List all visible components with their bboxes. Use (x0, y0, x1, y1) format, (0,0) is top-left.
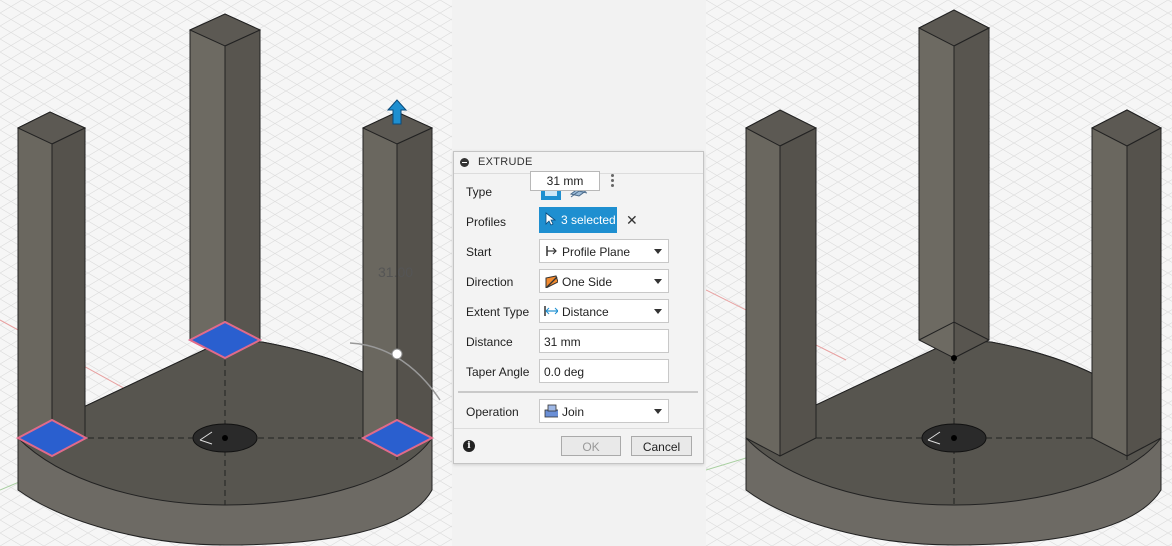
distance-value: 31 mm (544, 335, 581, 349)
start-label: Start (466, 245, 492, 259)
ok-button[interactable]: OK (561, 436, 621, 456)
clear-selection-icon[interactable]: ✕ (626, 212, 638, 229)
distance-input[interactable]: 31 mm (539, 329, 669, 353)
cursor-icon (545, 212, 557, 226)
start-value: Profile Plane (562, 245, 631, 259)
extent-type-dropdown[interactable]: Distance (539, 299, 669, 323)
profile-plane-icon (546, 246, 557, 256)
profiles-value: 3 selected (561, 213, 616, 227)
chevron-down-icon (654, 309, 662, 314)
extrude-dialog: EXTRUDE Type Profiles 3 selected ✕ Start… (453, 151, 704, 464)
chevron-down-icon (654, 409, 662, 414)
direction-value: One Side (562, 275, 613, 289)
info-icon[interactable]: i (463, 440, 475, 452)
profiles-label: Profiles (466, 215, 507, 229)
distance-icon (544, 306, 558, 316)
dialog-title: EXTRUDE (478, 156, 533, 168)
chevron-down-icon (654, 249, 662, 254)
start-dropdown[interactable]: Profile Plane (539, 239, 669, 263)
operation-label: Operation (466, 405, 519, 419)
type-label: Type (466, 185, 493, 199)
join-icon (544, 404, 558, 418)
profiles-selection-button[interactable]: 3 selected (539, 207, 617, 233)
dimension-menu-icon[interactable] (606, 172, 618, 190)
distance-dimension-input[interactable]: 31 mm (530, 171, 600, 191)
one-side-icon (545, 275, 558, 288)
dimension-label: 31.00 (378, 264, 414, 280)
collapse-icon[interactable] (460, 158, 469, 167)
distance-label: Distance (466, 335, 513, 349)
extent-type-value: Distance (562, 305, 609, 319)
taper-angle-input[interactable]: 0.0 deg (539, 359, 669, 383)
model-canvas-right[interactable] (706, 0, 1172, 546)
viewport-right[interactable] (706, 0, 1172, 546)
cancel-button[interactable]: Cancel (631, 436, 692, 456)
operation-dropdown[interactable]: Join (539, 399, 669, 423)
taper-angle-label: Taper Angle (466, 365, 530, 379)
operation-value: Join (562, 405, 585, 419)
footer-divider (454, 428, 703, 429)
extent-type-label: Extent Type (466, 305, 530, 319)
direction-dropdown[interactable]: One Side (539, 269, 669, 293)
divider (458, 391, 698, 393)
taper-angle-value: 0.0 deg (544, 365, 585, 379)
direction-label: Direction (466, 275, 514, 289)
chevron-down-icon (654, 279, 662, 284)
viewport-left[interactable]: 31.00 (0, 0, 452, 546)
